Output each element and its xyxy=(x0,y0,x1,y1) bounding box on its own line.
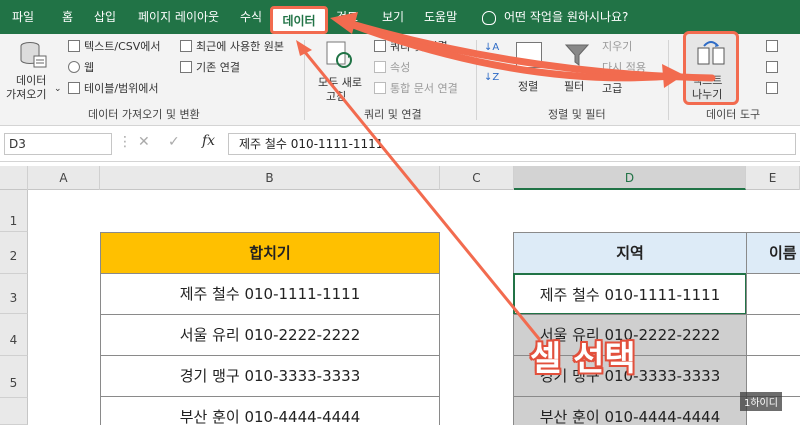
data-validation-icon[interactable] xyxy=(766,82,778,94)
column-header-b[interactable]: B xyxy=(100,166,440,190)
sort-grid-icon xyxy=(516,42,542,68)
row-header-1[interactable]: 1 xyxy=(0,190,28,232)
column-header-e[interactable]: E xyxy=(746,166,800,190)
remove-duplicates-icon[interactable] xyxy=(766,61,778,73)
cell-e5[interactable] xyxy=(746,355,800,397)
more-options-icon[interactable]: ⋮ xyxy=(118,134,132,150)
get-data-button[interactable]: 데이터 가져오기 ⌄ xyxy=(6,38,62,101)
cell-b5[interactable]: 경기 맹구 010-3333-3333 xyxy=(100,355,440,397)
flash-fill-icon[interactable] xyxy=(766,40,778,52)
group-separator xyxy=(668,40,669,120)
advanced-filter-button[interactable]: 고급 xyxy=(602,80,622,96)
name-box[interactable]: D3 xyxy=(4,133,112,155)
edit-links-button[interactable]: 통합 문서 연결 xyxy=(390,80,458,96)
cell-b4[interactable]: 서울 유리 010-2222-2222 xyxy=(100,314,440,356)
database-icon xyxy=(20,42,47,68)
row-header-6[interactable] xyxy=(0,398,28,425)
group-label-get-transform: 데이터 가져오기 및 변환 xyxy=(88,108,200,121)
properties-button[interactable]: 속성 xyxy=(390,59,410,75)
tell-me-search[interactable]: 어떤 작업을 원하시나요? xyxy=(482,0,628,34)
sort-desc-icon[interactable]: ↓Z xyxy=(484,72,499,83)
chevron-down-icon: ⌄ xyxy=(54,84,62,94)
refresh-all-label2: 고침 xyxy=(326,90,347,103)
tab-formulas[interactable]: 수식 xyxy=(240,0,262,34)
text-file-icon xyxy=(68,40,80,52)
tab-home[interactable]: 홈 xyxy=(62,0,73,34)
enter-icon[interactable]: ✓ xyxy=(168,134,180,150)
formula-bar: D3 ⋮ ✕ ✓ fx 제주 철수 010-1111-1111 xyxy=(0,126,800,162)
tab-view[interactable]: 보기 xyxy=(382,0,404,34)
group-label-queries: 쿼리 및 연결 xyxy=(364,108,422,121)
queries-icon xyxy=(374,40,386,52)
filter-label: 필터 xyxy=(564,80,585,93)
text-to-columns-label2: 나누기 xyxy=(692,88,723,101)
insert-function-icon[interactable]: fx xyxy=(202,133,215,149)
existing-connections-button[interactable]: 기존 연결 xyxy=(196,59,240,75)
tell-me-text: 어떤 작업을 원하시나요? xyxy=(504,10,629,24)
header-cell-b2[interactable]: 합치기 xyxy=(100,232,440,274)
existing-connections-icon xyxy=(180,61,192,73)
sort-button[interactable]: 정렬 xyxy=(512,40,548,98)
row-header-5[interactable]: 5 xyxy=(0,356,28,398)
filter-button[interactable]: 필터 xyxy=(560,40,594,98)
text-csv-button[interactable]: 텍스트/CSV에서 xyxy=(84,38,161,54)
group-separator xyxy=(476,40,477,120)
lightbulb-icon xyxy=(482,10,496,25)
refresh-all-button[interactable]: 모두 새로 고침 xyxy=(312,38,368,103)
web-button[interactable]: 웹 xyxy=(84,59,94,75)
edit-links-icon xyxy=(374,82,386,94)
tab-file[interactable]: 파일 xyxy=(12,0,34,34)
tab-data[interactable]: 데이터 xyxy=(270,6,328,34)
column-header-c[interactable]: C xyxy=(440,166,514,190)
recent-sources-icon xyxy=(180,40,192,52)
row-header-3[interactable]: 3 xyxy=(0,274,28,314)
sort-label: 정렬 xyxy=(518,80,539,93)
group-label-data-tools: 데이터 도구 xyxy=(706,108,761,121)
text-to-columns-button[interactable]: 텍스트 나누기 xyxy=(683,31,739,105)
column-header-d[interactable]: D xyxy=(514,166,746,190)
row-header-2[interactable]: 2 xyxy=(0,232,28,274)
formula-input[interactable]: 제주 철수 010-1111-1111 xyxy=(228,133,796,155)
cancel-icon[interactable]: ✕ xyxy=(138,134,150,150)
row-header-4[interactable]: 4 xyxy=(0,314,28,356)
group-separator xyxy=(304,40,305,120)
reapply-filter-button[interactable]: 다시 적용 xyxy=(602,59,646,75)
spreadsheet-grid: A B C D E 1 2 3 4 5 합치기 제주 철수 010-1111-1… xyxy=(0,166,800,425)
get-data-label2: 가져오기 xyxy=(6,88,47,101)
sort-asc-icon[interactable]: ↓A xyxy=(484,42,499,53)
column-headers: A B C D E xyxy=(0,166,800,190)
refresh-icon xyxy=(326,41,352,68)
header-cell-e2[interactable]: 이름 xyxy=(746,232,800,274)
cell-b3[interactable]: 제주 철수 010-1111-1111 xyxy=(100,273,440,315)
web-icon xyxy=(68,61,80,73)
cell-d3-active[interactable]: 제주 철수 010-1111-1111 xyxy=(513,273,747,315)
menu-bar: 파일 홈 삽입 페이지 레이아웃 수식 데이터 검토 보기 도움말 어떤 작업을… xyxy=(0,0,800,34)
table-range-button[interactable]: 테이블/범위에서 xyxy=(84,80,159,96)
clear-filter-button[interactable]: 지우기 xyxy=(602,38,632,54)
tab-insert[interactable]: 삽입 xyxy=(94,0,116,34)
header-cell-d2[interactable]: 지역 xyxy=(513,232,747,274)
cell-e4[interactable] xyxy=(746,314,800,356)
recent-sources-button[interactable]: 최근에 사용한 원본 xyxy=(196,38,284,54)
properties-icon xyxy=(374,61,386,73)
column-header-a[interactable]: A xyxy=(28,166,100,190)
cell-b6[interactable]: 부산 훈이 010-4444-4444 xyxy=(100,396,440,425)
tab-review[interactable]: 검토 xyxy=(336,0,358,34)
text-to-columns-icon xyxy=(697,41,725,65)
callout-select-cell: 셀 선택 xyxy=(530,339,636,379)
table-icon xyxy=(68,82,80,94)
funnel-icon xyxy=(564,44,590,66)
watermark: 1하이디 xyxy=(740,392,782,411)
cell-d6[interactable]: 부산 훈이 010-4444-4444 xyxy=(513,396,747,425)
tab-help[interactable]: 도움말 xyxy=(424,0,457,34)
queries-connections-button[interactable]: 쿼리 및 연결 xyxy=(390,38,448,54)
tab-page-layout[interactable]: 페이지 레이아웃 xyxy=(138,0,219,34)
group-label-sort-filter: 정렬 및 필터 xyxy=(548,108,606,121)
cell-e3[interactable] xyxy=(746,273,800,315)
ribbon: 데이터 가져오기 ⌄ 텍스트/CSV에서 웹 테이블/범위에서 최근에 사용한 … xyxy=(0,31,800,126)
select-all-corner[interactable] xyxy=(0,166,28,190)
